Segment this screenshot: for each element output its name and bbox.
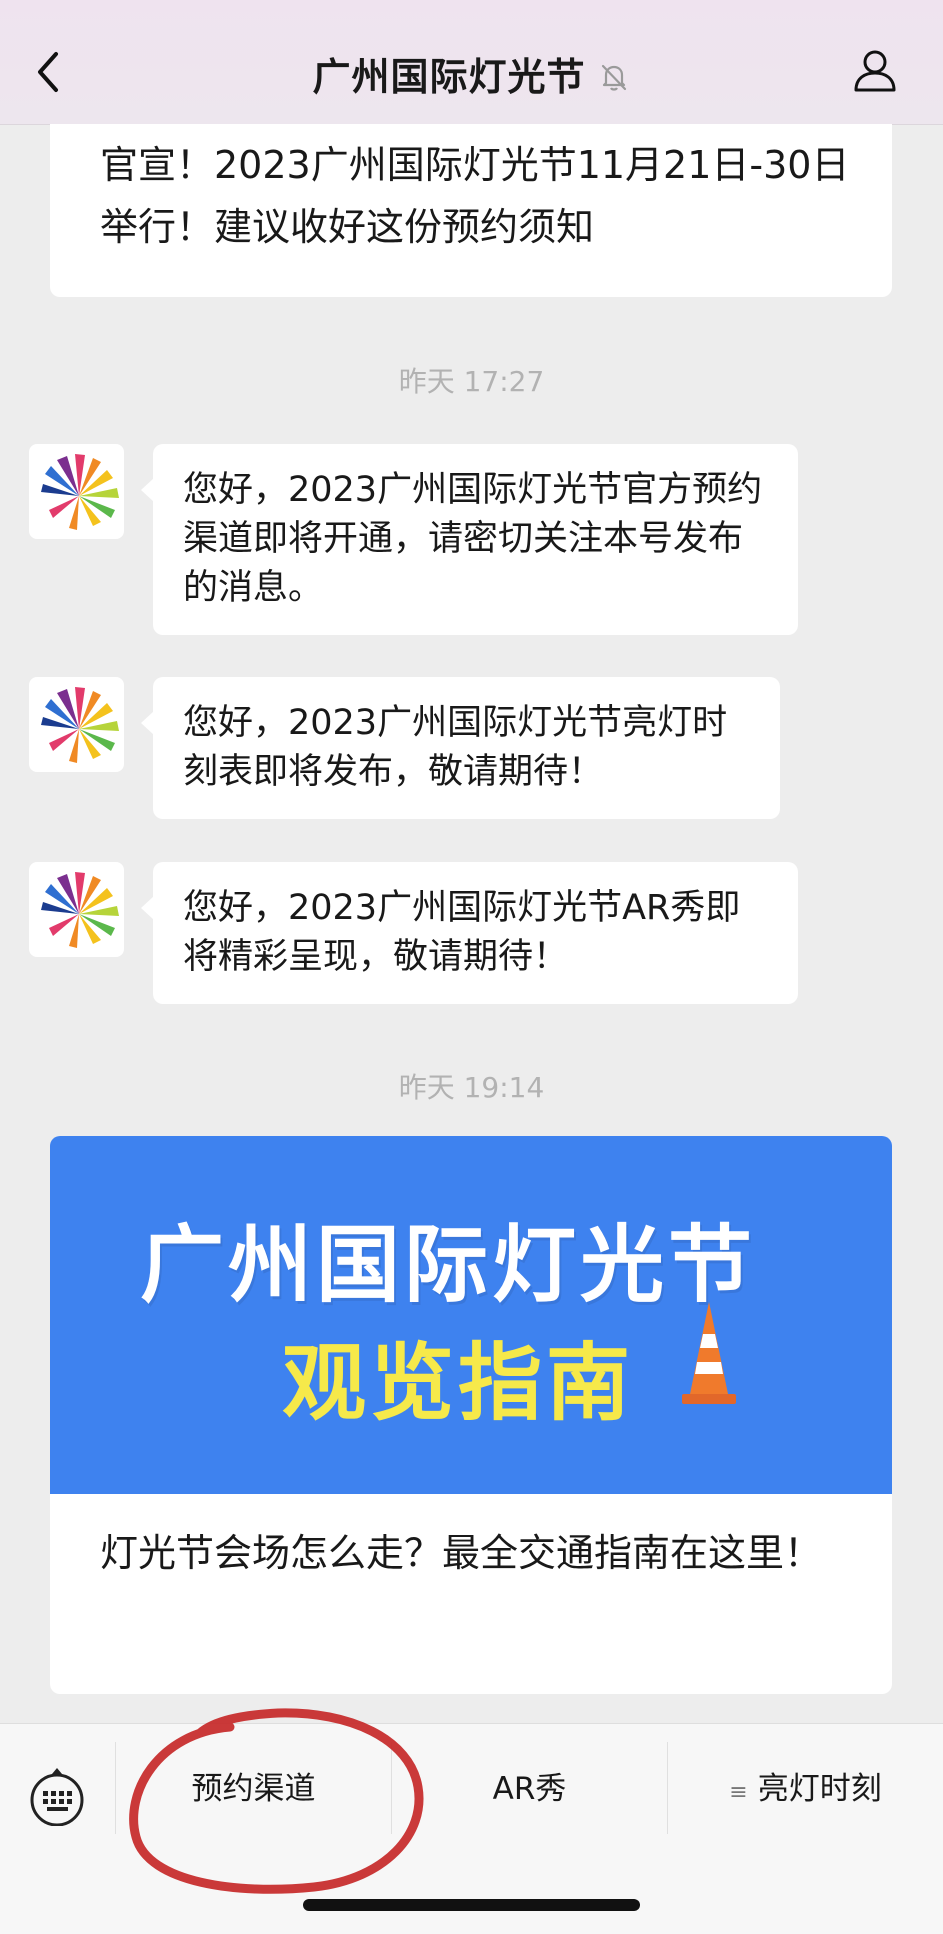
muted-bell-icon	[601, 64, 626, 91]
banner-subtitle: 观览指南	[282, 1334, 635, 1432]
lightfest-logo-icon	[41, 454, 119, 530]
article-card-text: 官宣！2023广州国际灯光节11月21日-30日举行！建议收好这份预约须知	[100, 143, 850, 249]
person-icon	[854, 50, 896, 92]
avatar[interactable]	[29, 677, 124, 772]
submenu-lines-icon: ≡	[729, 1780, 748, 1805]
menu-item-label: 亮灯时刻	[757, 1771, 882, 1807]
menu-item-light-schedule[interactable]: ≡ 亮灯时刻	[668, 1764, 943, 1814]
lightfest-logo-icon	[41, 872, 119, 948]
article-banner: 广州国际灯光节 观览指南	[50, 1136, 892, 1494]
message-bubble: 您好，2023广州国际灯光节官方预约渠道即将开通，请密切关注本号发布的消息。	[141, 444, 798, 635]
chat-title: 广州国际灯光节	[312, 55, 586, 99]
home-indicator[interactable]	[303, 1899, 640, 1911]
avatar[interactable]	[29, 862, 124, 957]
menu-item-booking[interactable]: 预约渠道	[116, 1764, 391, 1814]
keyboard-toggle-button[interactable]	[28, 1766, 86, 1830]
article-card-top[interactable]: 官宣！2023广州国际灯光节11月21日-30日举行！建议收好这份预约须知	[50, 124, 892, 297]
timestamp: 昨天 19:14	[398, 1071, 545, 1104]
lightfest-logo-icon	[41, 687, 119, 763]
avatar[interactable]	[29, 444, 124, 539]
traffic-cone-icon	[682, 1302, 736, 1404]
keyboard-icon	[30, 1768, 84, 1827]
timestamp: 昨天 17:27	[398, 365, 545, 398]
article-title: 灯光节会场怎么走？最全交通指南在这里！	[100, 1531, 823, 1575]
article-card[interactable]: 广州国际灯光节 观览指南 灯光节会场怎么走？最全交通指南在这里！	[50, 1136, 892, 1694]
menu-item-ar-show[interactable]: AR秀	[392, 1764, 667, 1814]
message-bubble: 您好，2023广州国际灯光节AR秀即将精彩呈现，敬请期待！	[141, 862, 798, 1004]
chat-header: 广州国际灯光节	[0, 0, 943, 125]
message-bubble: 您好，2023广州国际灯光节亮灯时刻表即将发布，敬请期待！	[141, 677, 780, 819]
profile-button[interactable]	[851, 46, 899, 94]
banner-title: 广州国际灯光节	[140, 1216, 757, 1314]
